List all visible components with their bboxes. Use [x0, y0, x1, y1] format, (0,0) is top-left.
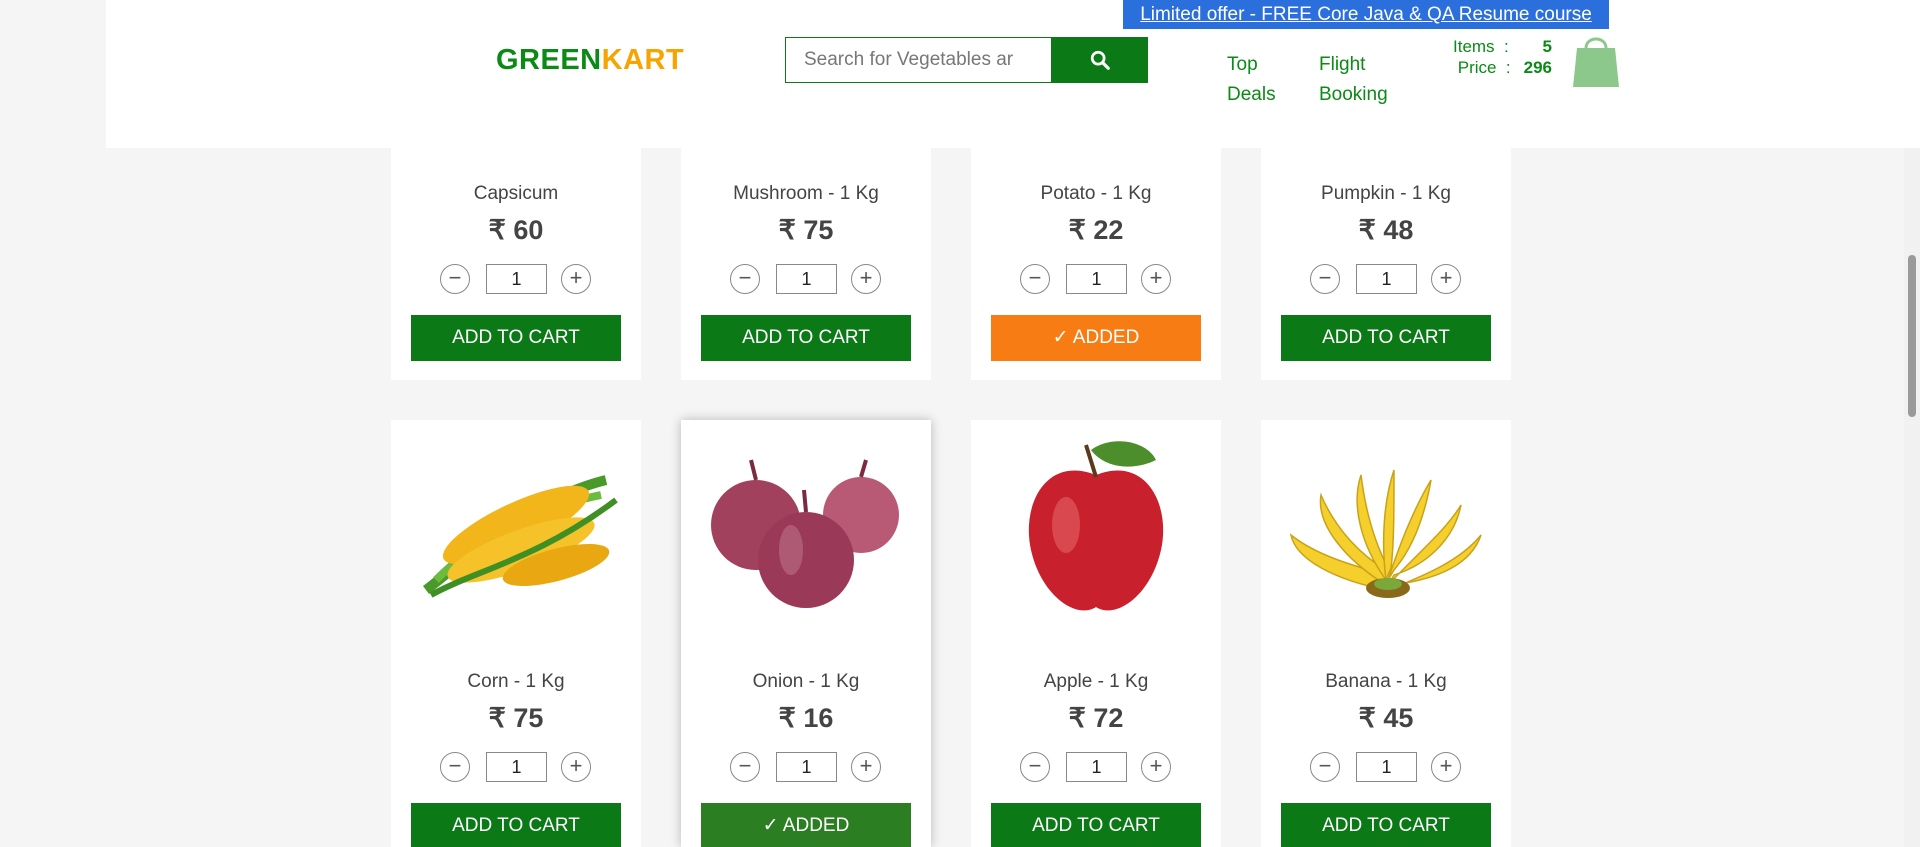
product-name: Pumpkin - 1 Kg: [1321, 183, 1451, 204]
cart-items-count: 5: [1542, 37, 1552, 56]
added-button[interactable]: ✓ ADDED: [991, 315, 1201, 361]
product-card-apple: Apple - 1 Kg ₹ 72 − 1 + ADD TO CART: [971, 420, 1221, 847]
increment-button[interactable]: +: [561, 752, 591, 782]
product-price: ₹ 48: [1358, 215, 1414, 245]
nav-flight-booking-line1: Flight: [1319, 54, 1366, 75]
product-card-mushroom: Mushroom - 1 Kg ₹ 75 − 1 + ADD TO CART: [681, 112, 931, 380]
product-image: [691, 435, 921, 625]
quantity-input[interactable]: 1: [486, 264, 547, 294]
increment-button[interactable]: +: [1141, 752, 1171, 782]
quantity-input[interactable]: 1: [486, 752, 547, 782]
product-name: Corn - 1 Kg: [467, 671, 565, 692]
product-price: ₹ 45: [1358, 703, 1414, 733]
quantity-stepper: − 1 +: [971, 752, 1221, 782]
quantity-input[interactable]: 1: [1066, 264, 1127, 294]
product-price: ₹ 72: [1068, 703, 1124, 733]
product-name: Capsicum: [473, 183, 559, 204]
decrement-button[interactable]: −: [1310, 752, 1340, 782]
quantity-stepper: − 1 +: [1261, 264, 1511, 294]
cart-price-label: Price: [1457, 58, 1497, 77]
scrollbar-thumb[interactable]: [1908, 255, 1916, 417]
product-card-onion: Onion - 1 Kg ₹ 16 − 1 + ✓ ADDED: [681, 420, 931, 847]
product-name: Potato - 1 Kg: [1040, 183, 1152, 204]
increment-button[interactable]: +: [1431, 752, 1461, 782]
logo[interactable]: GREENKART: [496, 44, 684, 77]
nav-flight-booking-line2: Booking: [1319, 84, 1388, 105]
decrement-button[interactable]: −: [1310, 264, 1340, 294]
add-to-cart-button[interactable]: ADD TO CART: [991, 803, 1201, 847]
product-price: ₹ 60: [488, 215, 544, 245]
product-name: Banana - 1 Kg: [1325, 671, 1447, 692]
product-card-corn: Corn - 1 Kg ₹ 75 − 1 + ADD TO CART: [391, 420, 641, 847]
quantity-input[interactable]: 1: [1356, 752, 1417, 782]
onion-image: [711, 459, 899, 608]
cart-info-values: 5 296: [1492, 36, 1552, 78]
quantity-stepper: − 1 +: [391, 264, 641, 294]
increment-button[interactable]: +: [851, 752, 881, 782]
product-card-capsicum: Capsicum ₹ 60 − 1 + ADD TO CART: [391, 112, 641, 380]
nav-top-deals[interactable]: Top Deals: [1227, 50, 1276, 110]
logo-kart-text: KART: [601, 44, 685, 76]
quantity-stepper: − 1 +: [681, 264, 931, 294]
product-price: ₹ 75: [778, 215, 834, 245]
add-to-cart-button[interactable]: ADD TO CART: [1281, 803, 1491, 847]
search-button[interactable]: [1051, 37, 1148, 83]
nav-top-deals-line2: Deals: [1227, 84, 1276, 105]
banana-image: [1289, 469, 1482, 598]
product-image: [401, 435, 631, 625]
search-input[interactable]: Search for Vegetables ar: [785, 37, 1054, 83]
added-button[interactable]: ✓ ADDED: [701, 803, 911, 847]
quantity-input[interactable]: 1: [1066, 752, 1127, 782]
quantity-stepper: − 1 +: [681, 752, 931, 782]
apple-image: [1028, 441, 1164, 611]
decrement-button[interactable]: −: [730, 752, 760, 782]
cart-price-total: 296: [1523, 58, 1552, 77]
increment-button[interactable]: +: [851, 264, 881, 294]
product-card-pumpkin: Pumpkin - 1 Kg ₹ 48 − 1 + ADD TO CART: [1261, 112, 1511, 380]
limited-offer-banner[interactable]: Limited offer - FREE Core Java & QA Resu…: [1123, 0, 1609, 29]
product-price: ₹ 22: [1068, 215, 1124, 245]
product-card-banana: Banana - 1 Kg ₹ 45 − 1 + ADD TO CART: [1261, 420, 1511, 847]
quantity-input[interactable]: 1: [776, 264, 837, 294]
decrement-button[interactable]: −: [730, 264, 760, 294]
product-name: Mushroom - 1 Kg: [733, 183, 879, 204]
search-icon: [1090, 50, 1110, 70]
add-to-cart-button[interactable]: ADD TO CART: [411, 315, 621, 361]
site-header: GREENKART Search for Vegetables ar Top D…: [106, 0, 1920, 148]
corn-image: [422, 475, 618, 598]
product-name: Apple - 1 Kg: [1043, 671, 1149, 692]
decrement-button[interactable]: −: [1020, 752, 1050, 782]
add-to-cart-button[interactable]: ADD TO CART: [1281, 315, 1491, 361]
cart-items-label: Items: [1453, 37, 1495, 56]
quantity-stepper: − 1 +: [391, 752, 641, 782]
quantity-stepper: − 1 +: [1261, 752, 1511, 782]
product-card-potato: Potato - 1 Kg ₹ 22 − 1 + ✓ ADDED: [971, 112, 1221, 380]
increment-button[interactable]: +: [561, 264, 591, 294]
nav-top-deals-line1: Top: [1227, 54, 1258, 75]
product-image: [981, 435, 1211, 625]
quantity-input[interactable]: 1: [776, 752, 837, 782]
product-image: [1271, 435, 1501, 625]
decrement-button[interactable]: −: [440, 264, 470, 294]
quantity-input[interactable]: 1: [1356, 264, 1417, 294]
product-name: Onion - 1 Kg: [752, 671, 860, 692]
decrement-button[interactable]: −: [440, 752, 470, 782]
quantity-stepper: − 1 +: [971, 264, 1221, 294]
increment-button[interactable]: +: [1141, 264, 1171, 294]
product-price: ₹ 75: [488, 703, 544, 733]
decrement-button[interactable]: −: [1020, 264, 1050, 294]
nav-flight-booking[interactable]: Flight Booking: [1319, 50, 1388, 110]
product-price: ₹ 16: [778, 703, 834, 733]
logo-green-text: GREEN: [496, 44, 602, 76]
increment-button[interactable]: +: [1431, 264, 1461, 294]
cart-bag-icon[interactable]: [1571, 30, 1621, 93]
add-to-cart-button[interactable]: ADD TO CART: [701, 315, 911, 361]
add-to-cart-button[interactable]: ADD TO CART: [411, 803, 621, 847]
